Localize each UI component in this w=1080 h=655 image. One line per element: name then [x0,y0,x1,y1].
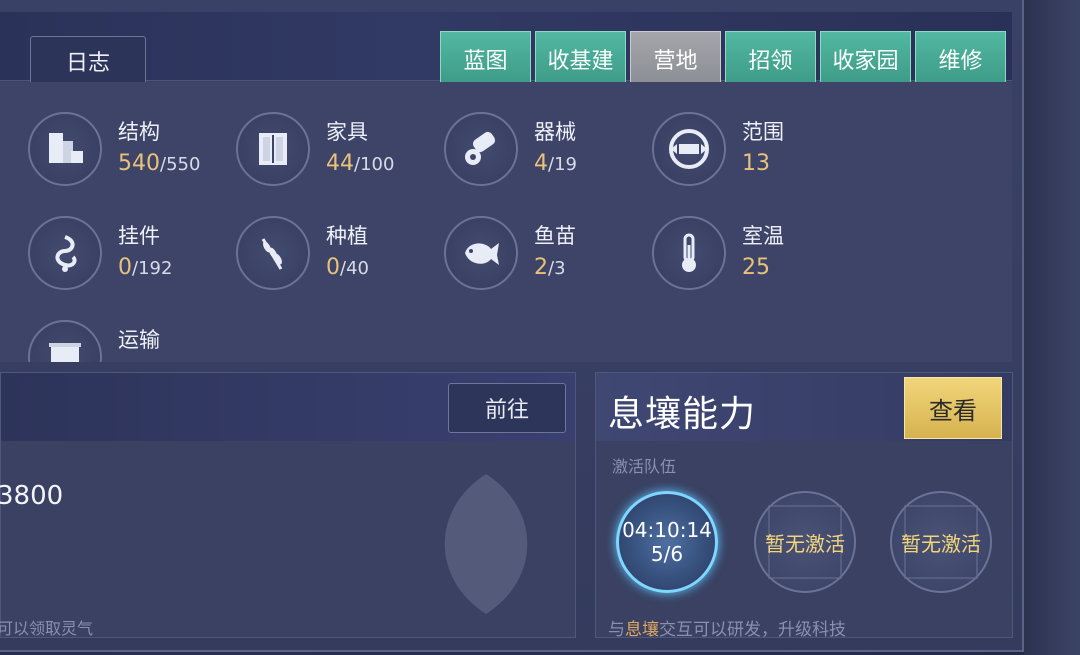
stat-max: /192 [132,258,173,279]
stat-max: /19 [548,154,577,175]
team-slot-active[interactable]: 04:10:14 5/6 [616,491,718,593]
fish-icon [444,216,518,290]
stat-max: /40 [340,258,369,279]
stat-max: /550 [160,154,201,175]
spirit-panel: 前往 3800 可以领取灵气 [0,372,576,638]
stat-transport: 运输 [28,320,160,362]
slot-timer: 04:10:14 [622,518,712,542]
tab-bar: 蓝图 收基建 营地 招领 收家园 维修 [440,31,1006,87]
stat-name: 挂件 [118,224,160,248]
tab-recruit[interactable]: 招领 [725,31,816,87]
stat-name: 运输 [118,328,160,352]
view-button[interactable]: 查看 [904,377,1002,439]
tab-blueprint[interactable]: 蓝图 [440,31,531,87]
background-edge [1024,0,1080,655]
stat-max: /100 [354,154,395,175]
xirang-title: 息壤能力 [608,394,757,435]
wardrobe-icon [236,112,310,186]
cart-icon [28,320,102,362]
wheat-icon [236,216,310,290]
stat-name: 鱼苗 [534,224,576,248]
thermometer-icon [652,216,726,290]
stat-name: 结构 [118,120,160,144]
xirang-ability-panel: 息壤能力 查看 激活队伍 04:10:14 5/6 暂无激活 暂无激活 与息壤交… [595,372,1013,638]
stat-temperature: 室温 25 [652,216,784,290]
camp-stats: 结构 540/550 家具 44/100 器械 4/19 范围 13 挂件 0/… [0,82,1012,362]
team-slot-inactive[interactable]: 暂无激活 [754,491,856,593]
stat-name: 室温 [742,224,784,248]
camp-panel: 日志 蓝图 收基建 营地 招领 收家园 维修 结构 540/550 家具 44/… [0,0,1024,652]
buildings-icon [28,112,102,186]
stat-value: 4 [534,151,548,176]
spirit-hint: 可以领取灵气 [0,619,94,638]
stat-range: 范围 13 [652,112,784,186]
stat-value: 44 [326,151,354,176]
stat-value: 25 [742,255,770,280]
xirang-hint: 与息壤交互可以研发，升级科技 [608,615,846,638]
goto-button[interactable]: 前往 [448,383,566,433]
stat-pendant: 挂件 0/192 [28,216,172,290]
stat-value: 540 [118,151,160,176]
range-icon [652,112,726,186]
stat-planting: 种植 0/40 [236,216,369,290]
slot-status: 暂无激活 [765,531,845,556]
stat-name: 器械 [534,120,576,144]
stat-value: 0 [326,255,340,280]
hint-prefix: 与 [608,620,625,638]
hint-suffix: 交互可以研发，升级科技 [659,620,846,638]
stat-name: 范围 [742,120,784,144]
tab-collect-home[interactable]: 收家园 [820,31,911,87]
log-button[interactable]: 日志 [30,36,146,86]
stat-name: 家具 [326,120,368,144]
stat-value: 13 [742,151,770,176]
hint-highlight: 息壤 [625,620,659,638]
stat-furniture: 家具 44/100 [236,112,394,186]
dragon-ornament-icon [28,216,102,290]
spirit-panel-header: 前往 [1,373,575,441]
stat-value: 0 [118,255,132,280]
stat-fry: 鱼苗 2/3 [444,216,576,290]
team-slot-inactive[interactable]: 暂无激活 [890,491,992,593]
active-team-label: 激活队伍 [612,457,677,476]
stat-name: 种植 [326,224,368,248]
spirit-amount: 3800 [0,481,64,511]
stat-equipment: 器械 4/19 [444,112,577,186]
leaf-emblem-icon [421,469,551,623]
tab-repair[interactable]: 维修 [915,31,1006,87]
cannon-icon [444,112,518,186]
tab-camp[interactable]: 营地 [630,31,721,87]
tab-collect-infrastructure[interactable]: 收基建 [535,31,626,87]
stat-structure: 结构 540/550 [28,112,200,186]
slot-count: 5/6 [650,542,684,566]
stat-max: /3 [548,258,566,279]
stat-value: 2 [534,255,548,280]
slot-status: 暂无激活 [901,531,981,556]
xirang-header: 息壤能力 查看 [596,373,1012,441]
top-bar: 日志 蓝图 收基建 营地 招领 收家园 维修 [0,12,1012,87]
